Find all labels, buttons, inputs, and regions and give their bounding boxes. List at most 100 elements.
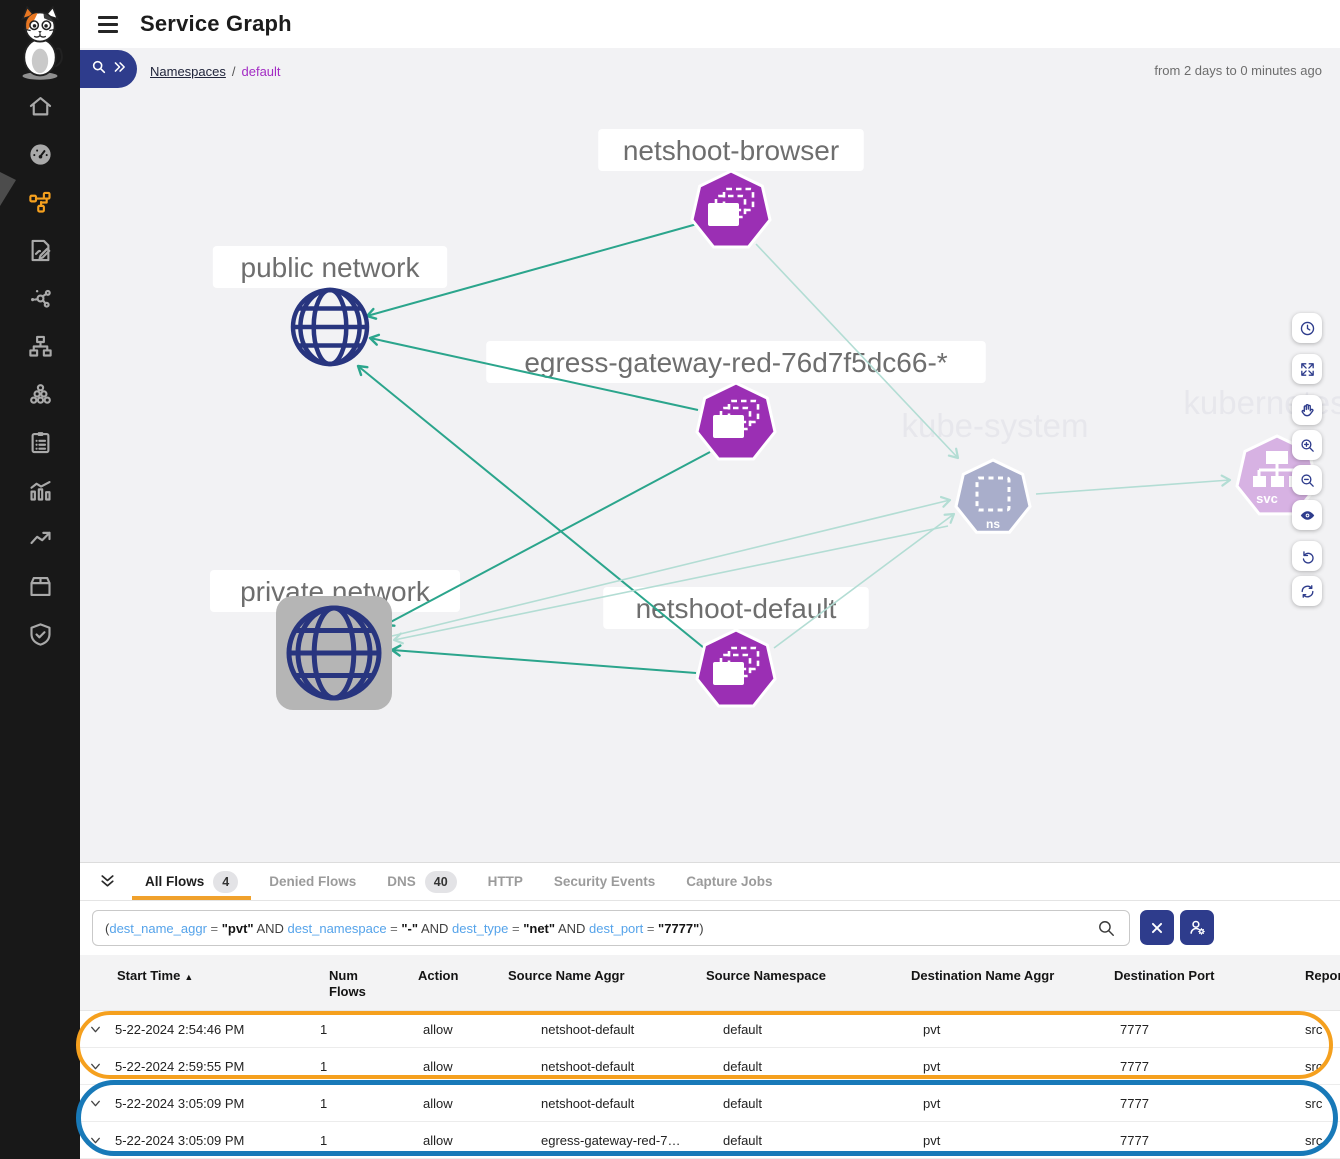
graph-toolbar xyxy=(1292,313,1322,611)
filter-search-icon[interactable] xyxy=(1097,919,1116,941)
service-graph-svg: kube-systemkubernetes netshoot-browser p… xyxy=(80,48,1340,862)
sidebar-item-packages[interactable] xyxy=(0,562,80,610)
graph-node-kube-system-ns[interactable]: ns xyxy=(956,460,1030,532)
tab-label: Security Events xyxy=(554,874,655,889)
menu-icon[interactable] xyxy=(98,16,118,33)
tab-denied-flows[interactable]: Denied Flows xyxy=(256,863,369,900)
tab-security-events[interactable]: Security Events xyxy=(541,863,668,900)
cell-source_name_aggr: netshoot-default xyxy=(500,1059,700,1074)
flows-table-header: Start Time▲Num FlowsActionSource Name Ag… xyxy=(80,955,1340,1011)
endpoints-icon xyxy=(27,285,54,312)
filter-query-input[interactable]: (dest_name_aggr = "pvt" AND dest_namespa… xyxy=(92,910,1130,946)
sidebar-item-endpoints[interactable] xyxy=(0,274,80,322)
row-expand-chevron-icon[interactable] xyxy=(80,1097,110,1110)
namespace-label: kube-system xyxy=(901,407,1088,444)
sort-asc-icon: ▲ xyxy=(184,972,193,982)
cell-action: allow xyxy=(405,1096,500,1111)
cell-num_flows: 1 xyxy=(315,1096,405,1111)
graph-node-egress-gateway[interactable] xyxy=(697,383,775,459)
filter-segment-op: = xyxy=(207,921,222,936)
sidebar-item-timeline[interactable] xyxy=(0,514,80,562)
filter-segment-kw: AND xyxy=(254,921,288,936)
filter-segment-val: "net" xyxy=(523,921,555,936)
column-header-action[interactable]: Action xyxy=(405,955,500,1010)
zoom-in-button[interactable] xyxy=(1292,430,1322,460)
sidebar-item-home[interactable] xyxy=(0,82,80,130)
column-header-source-namespace[interactable]: Source Namespace xyxy=(700,955,905,1010)
time-range-label: from 2 days to 0 minutes ago xyxy=(1154,63,1322,78)
cell-reporter: src xyxy=(1305,1059,1340,1074)
time-button[interactable] xyxy=(1292,313,1322,343)
sidebar-item-network-topology[interactable] xyxy=(0,322,80,370)
policies-icon xyxy=(27,237,54,264)
flow-row[interactable]: 5-22-2024 2:54:46 PM1allownetshoot-defau… xyxy=(80,1011,1340,1048)
clear-filter-button[interactable] xyxy=(1140,910,1174,945)
flow-config-button[interactable] xyxy=(1180,910,1214,945)
sidebar xyxy=(0,0,80,1159)
sidebar-item-clusters[interactable] xyxy=(0,370,80,418)
node-label-public-network: public network xyxy=(213,246,447,288)
sidebar-item-threat-defense[interactable] xyxy=(0,610,80,658)
cell-reporter: src xyxy=(1305,1022,1340,1037)
row-expand-chevron-icon[interactable] xyxy=(80,1060,110,1073)
page-title: Service Graph xyxy=(140,11,292,37)
cell-start_time: 5-22-2024 2:54:46 PM xyxy=(110,1022,315,1037)
cell-start_time: 5-22-2024 2:59:55 PM xyxy=(110,1059,315,1074)
graph-node-private-network[interactable] xyxy=(276,596,392,710)
cell-reporter: src xyxy=(1305,1096,1340,1111)
column-header-start-time[interactable]: Start Time▲ xyxy=(110,955,315,1010)
graph-node-netshoot-browser[interactable] xyxy=(692,171,770,247)
refresh-button[interactable] xyxy=(1292,576,1322,606)
graph-edge[interactable] xyxy=(392,650,696,673)
home-icon xyxy=(27,93,54,120)
sidebar-item-policies[interactable] xyxy=(0,226,80,274)
flow-row[interactable]: 5-22-2024 3:05:09 PM1allowegress-gateway… xyxy=(80,1122,1340,1159)
pan-icon xyxy=(1299,402,1316,419)
cell-source_name_aggr: netshoot-default xyxy=(500,1022,700,1037)
sidebar-item-statistics[interactable] xyxy=(0,466,80,514)
calico-logo-icon[interactable] xyxy=(12,6,68,70)
column-header-source-name-aggr[interactable]: Source Name Aggr xyxy=(500,955,700,1010)
pan-button[interactable] xyxy=(1292,395,1322,425)
cell-dest_name_aggr: pvt xyxy=(905,1022,1105,1037)
column-header-destination-port[interactable]: Destination Port xyxy=(1105,955,1305,1010)
fullscreen-button[interactable] xyxy=(1292,354,1322,384)
cell-dest_port: 7777 xyxy=(1105,1059,1305,1074)
zoom-out-button[interactable] xyxy=(1292,465,1322,495)
visibility-button[interactable] xyxy=(1292,500,1322,530)
cell-source_name_aggr: egress-gateway-red-7… xyxy=(500,1133,700,1148)
collapse-panel-button[interactable] xyxy=(96,863,118,900)
cell-source_namespace: default xyxy=(700,1133,905,1148)
filter-segment-op: = xyxy=(508,921,523,936)
breadcrumb-namespaces[interactable]: Namespaces xyxy=(150,64,226,79)
flow-row[interactable]: 5-22-2024 3:05:09 PM1allownetshoot-defau… xyxy=(80,1085,1340,1122)
undo-button[interactable] xyxy=(1292,541,1322,571)
flow-row[interactable]: 5-22-2024 2:59:55 PM1allownetshoot-defau… xyxy=(80,1048,1340,1085)
tab-http[interactable]: HTTP xyxy=(475,863,536,900)
row-expand-chevron-icon[interactable] xyxy=(80,1023,110,1036)
dashboard-icon xyxy=(27,141,54,168)
graph-search-pill[interactable] xyxy=(80,50,137,88)
breadcrumb: Namespaces/default xyxy=(150,64,281,79)
undo-icon xyxy=(1299,548,1316,565)
compliance-reports-icon xyxy=(27,429,54,456)
tab-capture-jobs[interactable]: Capture Jobs xyxy=(673,863,785,900)
column-header-destination-name-aggr[interactable]: Destination Name Aggr xyxy=(905,955,1105,1010)
column-header-reporter[interactable]: Reporter xyxy=(1305,955,1340,1010)
sidebar-item-compliance-reports[interactable] xyxy=(0,418,80,466)
tab-all-flows[interactable]: All Flows4 xyxy=(132,863,251,900)
filter-segment-field: dest_port xyxy=(589,921,643,936)
zoom-out-icon xyxy=(1299,472,1316,489)
breadcrumb-current: default xyxy=(242,64,281,79)
graph-canvas[interactable]: kube-systemkubernetes netshoot-browser p… xyxy=(80,48,1340,862)
graph-node-public-network[interactable] xyxy=(293,290,367,364)
cell-dest_port: 7777 xyxy=(1105,1022,1305,1037)
filter-row: (dest_name_aggr = "pvt" AND dest_namespa… xyxy=(80,901,1340,955)
column-header-num-flows[interactable]: Num Flows xyxy=(315,955,405,1010)
graph-edge[interactable] xyxy=(1036,480,1230,494)
sidebar-item-dashboard[interactable] xyxy=(0,130,80,178)
graph-node-netshoot-default[interactable] xyxy=(697,630,775,706)
row-expand-chevron-icon[interactable] xyxy=(80,1134,110,1147)
tab-dns[interactable]: DNS40 xyxy=(374,863,469,900)
refresh-icon xyxy=(1299,583,1316,600)
